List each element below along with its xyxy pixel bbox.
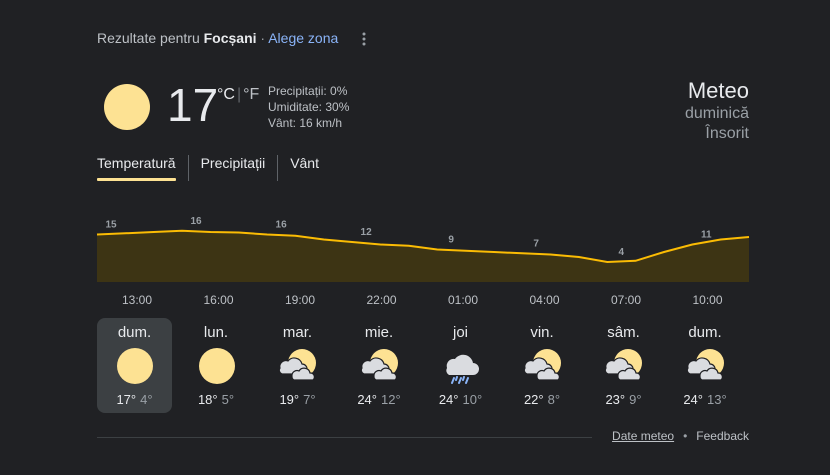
temperature-data-label: 7 xyxy=(533,238,539,249)
sunny-icon xyxy=(115,346,155,386)
day-name: vin. xyxy=(530,324,554,341)
hour-label: 01:00 xyxy=(447,293,479,307)
day-temperatures: 18° 5° xyxy=(179,392,254,407)
day-temperatures: 24° 10° xyxy=(423,392,498,407)
precipitation-text: Precipitații: 0% xyxy=(268,84,348,98)
hour-label: 22:00 xyxy=(366,293,397,307)
header-separator: · xyxy=(260,30,266,46)
day-forecast[interactable]: mie. 24° 12° xyxy=(342,318,417,413)
low-temp: 8° xyxy=(547,392,561,407)
low-temp: 12° xyxy=(381,392,401,407)
high-temp: 19° xyxy=(279,392,300,407)
weather-card: Rezultate pentru Focșani · Alege zona 17… xyxy=(0,0,830,475)
temperature-chart: 15 16 16 12 9 7 4 11 xyxy=(96,216,750,282)
day-name: dum. xyxy=(688,324,722,341)
current-temperature: 17 xyxy=(167,79,219,131)
partly-cloudy-icon xyxy=(523,346,563,386)
high-temp: 24° xyxy=(357,392,377,407)
sunny-icon xyxy=(197,346,237,386)
partly-cloudy-icon xyxy=(686,346,726,386)
humidity-text: Umiditate: 30% xyxy=(268,100,350,114)
hour-label: 13:00 xyxy=(121,293,153,307)
low-temp: 9° xyxy=(629,392,642,407)
day-temperatures: 24° 12° xyxy=(342,392,417,407)
results-header: Rezultate pentru Focșani · Alege zona xyxy=(97,30,338,46)
footer-divider xyxy=(97,437,592,438)
day-forecast[interactable]: sâm. 23° 9° xyxy=(586,318,661,413)
unit-toggle: °C | °F xyxy=(217,86,260,103)
day-forecast[interactable]: vin. 22° 8° xyxy=(505,318,580,413)
day-temperatures: 22° 8° xyxy=(505,392,580,407)
day-name: mie. xyxy=(364,324,394,341)
day-name: lun. xyxy=(203,324,229,341)
temperature-data-label: 4 xyxy=(619,247,625,258)
day-name: sâm. xyxy=(607,324,640,341)
tab-temperature[interactable]: Temperatură xyxy=(97,155,188,181)
day-forecast[interactable]: lun. 18° 5° xyxy=(179,318,254,413)
metric-tabs: Temperatură Precipitații Vânt xyxy=(97,155,331,181)
weather-condition: Însorit xyxy=(705,125,749,142)
wind-text: Vânt: 16 km/h xyxy=(268,116,343,130)
day-temperatures: 24° 13° xyxy=(668,392,743,407)
celsius-toggle[interactable]: °C xyxy=(217,86,235,103)
choose-area-link[interactable]: Alege zona xyxy=(268,30,338,46)
day-forecast[interactable]: dum. 24° 13° xyxy=(668,318,743,413)
partly-cloudy-icon xyxy=(278,346,318,386)
day-forecast[interactable]: mar. 19° 7° xyxy=(260,318,335,413)
day-forecast[interactable]: joi 24° 10° xyxy=(423,318,498,413)
day-temperatures: 23° 9° xyxy=(586,392,661,407)
location-name: Focșani xyxy=(203,30,257,46)
fahrenheit-toggle[interactable]: °F xyxy=(243,86,259,103)
weather-day: duminică xyxy=(684,105,749,122)
day-name: joi xyxy=(452,324,468,341)
feedback-link[interactable]: Feedback xyxy=(696,429,749,443)
day-name: dum. xyxy=(117,324,152,341)
day-temperatures: 17° 4° xyxy=(97,392,172,407)
weather-title: Meteo xyxy=(687,78,749,103)
high-temp: 17° xyxy=(116,392,137,407)
temperature-data-label: 12 xyxy=(361,227,373,238)
low-temp: 5° xyxy=(221,392,235,407)
high-temp: 23° xyxy=(605,392,626,407)
tab-wind[interactable]: Vânt xyxy=(277,155,331,181)
temperature-data-label: 15 xyxy=(105,220,117,231)
low-temp: 7° xyxy=(303,392,316,407)
temperature-data-label: 9 xyxy=(448,235,454,246)
weather-summary: Meteo duminică Însorit xyxy=(685,78,749,144)
current-details: Precipitații: 0% Umiditate: 30% Vânt: 16… xyxy=(268,83,349,131)
daily-forecast: dum. 17° 4° lun. 18° 5° mar. 19° 7° mie. 24° 12° joi… xyxy=(97,318,749,413)
rain-icon xyxy=(441,346,481,386)
partly-cloudy-icon xyxy=(360,346,400,386)
sun-icon xyxy=(104,84,150,130)
hour-label: 19:00 xyxy=(284,293,316,307)
high-temp: 22° xyxy=(523,392,544,407)
more-vert-icon[interactable] xyxy=(356,31,372,47)
low-temp: 10° xyxy=(462,392,483,407)
temperature-data-label: 16 xyxy=(190,216,202,227)
footer-dot: • xyxy=(683,429,688,443)
hour-label: 16:00 xyxy=(203,293,234,307)
low-temp: 13° xyxy=(707,392,727,407)
day-forecast[interactable]: dum. 17° 4° xyxy=(97,318,172,413)
hour-label: 07:00 xyxy=(610,293,642,307)
temperature-data-label: 16 xyxy=(276,220,288,231)
results-for-label: Rezultate pentru xyxy=(97,30,200,46)
low-temp: 4° xyxy=(140,392,153,407)
temperature-data-label: 11 xyxy=(701,230,712,241)
hour-label: 04:00 xyxy=(529,293,560,307)
weather-data-link[interactable]: Date meteo xyxy=(612,429,674,443)
high-temp: 18° xyxy=(197,392,218,407)
hour-label: 10:00 xyxy=(692,293,723,307)
day-temperatures: 19° 7° xyxy=(260,392,335,407)
hour-labels: 13:00 16:00 19:00 22:00 01:00 04:00 07:00 10:00 xyxy=(97,293,749,309)
high-temp: 24° xyxy=(438,392,459,407)
partly-cloudy-icon xyxy=(604,346,644,386)
high-temp: 24° xyxy=(683,392,703,407)
tab-precipitation[interactable]: Precipitații xyxy=(187,155,278,181)
day-name: mar. xyxy=(282,324,313,341)
footer: Date meteo • Feedback xyxy=(612,429,749,443)
